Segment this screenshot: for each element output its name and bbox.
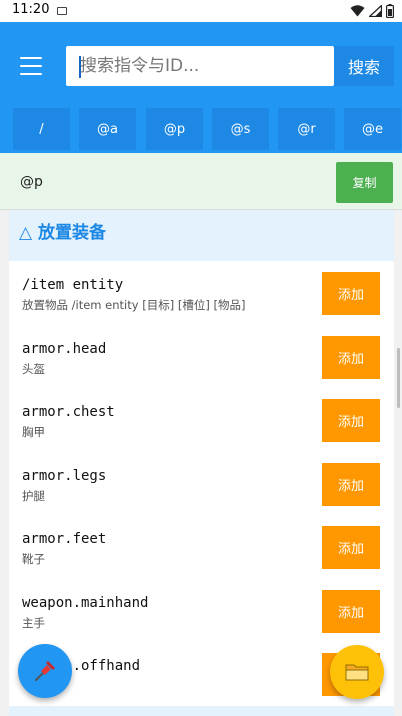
item-code: armor.feet [22,531,107,547]
search-button[interactable]: 搜索 [334,46,394,86]
add-button[interactable]: 添加 [322,526,380,569]
scrollbar[interactable] [397,348,400,408]
menu-icon-line [20,57,42,59]
section-header[interactable]: △ 放置装备 [9,210,394,261]
item-description: 护腿 [22,489,45,503]
item-code: /item entity [22,277,124,293]
folder-button[interactable] [330,645,384,699]
search-input[interactable] [66,46,334,86]
list-item[interactable]: armor.chest 胸甲 添加 [9,399,394,462]
command-list[interactable]: △ 放置装备 /item entity 放置物品 /item entity [目… [0,210,402,716]
folder-icon [345,664,369,681]
signal-icon [369,5,382,17]
list-item[interactable]: armor.head 头盔 添加 [9,336,394,399]
selector-a-button[interactable]: @a [79,108,136,150]
add-button[interactable]: 添加 [322,590,380,633]
pin-icon [35,661,55,681]
item-code: armor.legs [22,468,107,484]
command-output: @p 复制 [0,153,402,210]
add-button[interactable]: 添加 [322,463,380,506]
sim-icon [57,7,67,15]
item-description: 胸甲 [22,425,45,439]
add-button[interactable]: 添加 [322,399,380,442]
list-item[interactable]: armor.feet 靴子 添加 [9,526,394,589]
selector-s-button[interactable]: @s [212,108,269,150]
status-bar: 11:20 [0,0,402,22]
item-description: 放置物品 /item entity [目标] [槽位] [物品] [22,298,246,312]
wifi-icon [350,5,365,17]
item-code: armor.chest [22,404,115,420]
next-section-header[interactable] [9,706,394,716]
list-item[interactable]: weapon.mainhand 主手 添加 [9,590,394,653]
item-code: weapon.mainhand [22,595,149,611]
list-item[interactable]: armor.legs 护腿 添加 [9,463,394,526]
command-text[interactable]: @p [20,174,43,190]
list-item[interactable]: /item entity 放置物品 /item entity [目标] [槽位]… [9,272,394,335]
list-container: △ 放置装备 /item entity 放置物品 /item entity [目… [9,210,394,716]
add-button[interactable]: 添加 [322,272,380,315]
menu-icon-line [20,73,42,75]
item-description: 头盔 [22,362,45,376]
menu-icon-line [20,65,42,67]
selector-e-button[interactable]: @e [344,108,401,150]
item-description: 靴子 [22,552,45,566]
selector-slash-button[interactable]: / [13,108,70,150]
text-caret [79,56,81,78]
item-code: armor.head [22,341,107,357]
search-box [66,46,334,86]
status-time: 11:20 [12,2,50,17]
pin-button[interactable] [18,644,72,698]
add-button[interactable]: 添加 [322,336,380,379]
menu-button[interactable] [16,54,46,78]
battery-icon [386,4,394,18]
section-title: △ 放置装备 [19,223,106,243]
selector-r-button[interactable]: @r [278,108,335,150]
item-description: 主手 [22,616,45,630]
selector-p-button[interactable]: @p [146,108,203,150]
copy-button[interactable]: 复制 [336,162,393,203]
app-bar: 搜索 / @a @p @s @r @e [0,22,402,153]
selector-row: / @a @p @s @r @e [0,108,402,152]
status-icons [350,3,394,19]
